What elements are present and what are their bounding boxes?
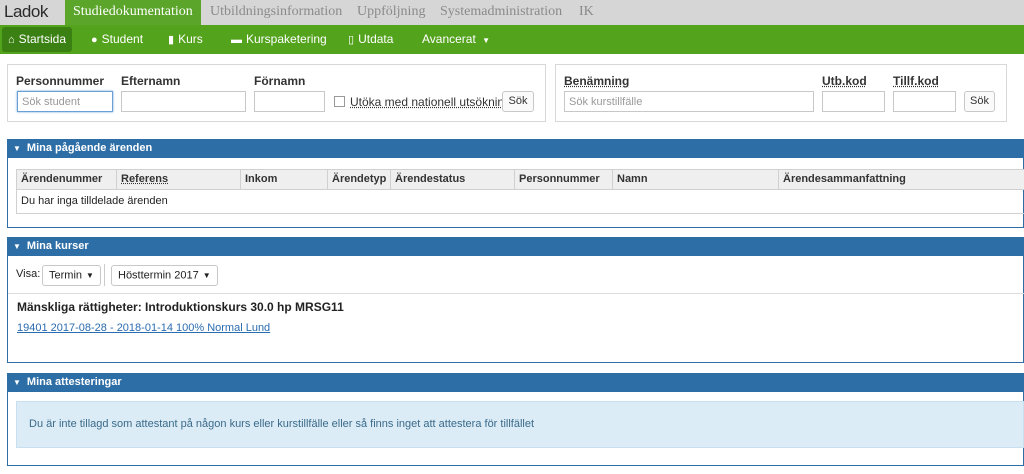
student-search-panel: Personnummer Efternamn Förnamn Utöka med…: [7, 64, 546, 122]
col-arendetyp[interactable]: Ärendetyp: [327, 170, 390, 189]
nav-utdata[interactable]: ▯ Utdata: [348, 25, 393, 54]
fornamn-label: Förnamn: [254, 74, 306, 88]
arenden-title: Mina pågående ärenden: [26, 142, 153, 154]
topnav-systemadministration[interactable]: Systemadministration: [440, 0, 562, 25]
topnav-uppfoljning[interactable]: Uppföljning: [357, 0, 425, 25]
course-search-button[interactable]: Sök: [964, 91, 995, 112]
col-inkom[interactable]: Inkom: [240, 170, 327, 189]
nav-kurspaketering-label: Kurspaketering: [246, 32, 327, 46]
topnav-ik[interactable]: IK: [579, 0, 594, 25]
nav-student[interactable]: ● Student: [91, 25, 143, 54]
arenden-table-header: Ärendenummer Referens Inkom Ärendetyp Är…: [16, 169, 1024, 190]
top-bar: Ladok Studiedokumentation Utbildningsinf…: [0, 0, 1024, 25]
col-namn[interactable]: Namn: [612, 170, 778, 189]
personnummer-input[interactable]: [17, 91, 113, 112]
attesteringar-section: Du är inte tillagd som attestant på någo…: [7, 392, 1024, 466]
personnummer-label: Personnummer: [16, 74, 105, 88]
folder-icon: ▬: [231, 34, 242, 46]
file-icon: ▯: [348, 34, 355, 46]
caret-down-icon: ▼: [13, 144, 21, 153]
nav-startsida-label: Startsida: [18, 32, 67, 46]
col-referens-label: Referens: [121, 173, 169, 185]
attesteringar-info: Du är inte tillagd som attestant på någo…: [16, 401, 1024, 448]
nav-startsida[interactable]: ⌂ Startsida: [2, 27, 73, 52]
topnav-utbildningsinformation[interactable]: Utbildningsinformation: [210, 0, 342, 25]
course-search-panel: Benämning Utb.kod Tillf.kod Sök: [555, 64, 1007, 122]
filter-divider: [104, 264, 105, 286]
tillfkod-label: Tillf.kod: [893, 74, 939, 88]
book-icon: ▮: [168, 34, 175, 46]
arenden-section: Ärendenummer Referens Inkom Ärendetyp Är…: [7, 158, 1024, 228]
col-personnummer[interactable]: Personnummer: [514, 170, 612, 189]
efternamn-input[interactable]: [121, 91, 246, 112]
national-search-label: Utöka med nationell utsökning: [350, 95, 511, 109]
user-icon: ●: [91, 34, 98, 46]
national-search-checkbox[interactable]: [334, 96, 345, 107]
kurser-header[interactable]: ▼ Mina kurser: [7, 237, 1024, 256]
efternamn-label: Efternamn: [121, 74, 181, 88]
nav-avancerat[interactable]: Avancerat ▼: [422, 25, 490, 54]
main-nav: ⌂ Startsida ● Student ▮ Kurs ▬ Kurspaketerin…: [0, 25, 1024, 54]
col-arendestatus[interactable]: Ärendestatus: [390, 170, 514, 189]
caret-down-icon: ▼: [13, 242, 21, 251]
termin-type-value: Termin: [49, 269, 83, 282]
nav-kurspaketering[interactable]: ▬ Kurspaketering: [231, 25, 327, 54]
kurser-section: Visa: Termin ▼ Hösttermin 2017 ▼ Mänskliga…: [7, 256, 1024, 363]
col-referens[interactable]: Referens: [116, 170, 240, 189]
caret-down-icon: ▼: [482, 36, 491, 45]
benamning-label: Benämning: [564, 74, 630, 88]
arenden-empty-row: Du har inga tilldelade ärenden: [16, 190, 1024, 214]
tillfkod-input[interactable]: [893, 91, 956, 112]
ladok-logo[interactable]: Ladok: [4, 2, 48, 22]
benamning-input[interactable]: [564, 91, 814, 112]
arenden-header[interactable]: ▼ Mina pågående ärenden: [7, 139, 1024, 158]
term-value: Hösttermin 2017: [118, 269, 199, 282]
kurser-title: Mina kurser: [26, 240, 89, 252]
topnav-studiedokumentation[interactable]: Studiedokumentation: [65, 0, 201, 25]
attesteringar-header[interactable]: ▼ Mina attesteringar: [7, 373, 1024, 392]
kurser-divider: [8, 293, 1024, 294]
nav-student-label: Student: [101, 32, 144, 46]
col-arendesammanfattning[interactable]: Ärendesammanfattning: [778, 170, 1024, 189]
nav-kurs-label: Kurs: [178, 32, 203, 46]
termin-type-select[interactable]: Termin ▼: [42, 265, 101, 286]
home-icon: ⌂: [8, 34, 15, 46]
nav-kurs[interactable]: ▮ Kurs: [168, 25, 203, 54]
nav-utdata-label: Utdata: [358, 32, 394, 46]
caret-down-icon: ▼: [202, 271, 211, 280]
student-search-button[interactable]: Sök: [502, 91, 534, 112]
nav-avancerat-label: Avancerat: [422, 32, 476, 46]
col-arendenummer[interactable]: Ärendenummer: [17, 170, 117, 189]
fornamn-input[interactable]: [254, 91, 325, 112]
utbkod-input[interactable]: [822, 91, 885, 112]
utbkod-label: Utb.kod: [822, 74, 867, 88]
attesteringar-title: Mina attesteringar: [26, 376, 122, 388]
caret-down-icon: ▼: [13, 378, 21, 387]
caret-down-icon: ▼: [86, 271, 94, 280]
visa-label: Visa:: [16, 268, 41, 280]
course-occasion-link[interactable]: 19401 2017-08-28 - 2018-01-14 100% Norma…: [17, 322, 270, 334]
course-title: Mänskliga rättigheter: Introduktionskurs…: [17, 300, 344, 314]
term-select[interactable]: Hösttermin 2017 ▼: [111, 265, 218, 286]
